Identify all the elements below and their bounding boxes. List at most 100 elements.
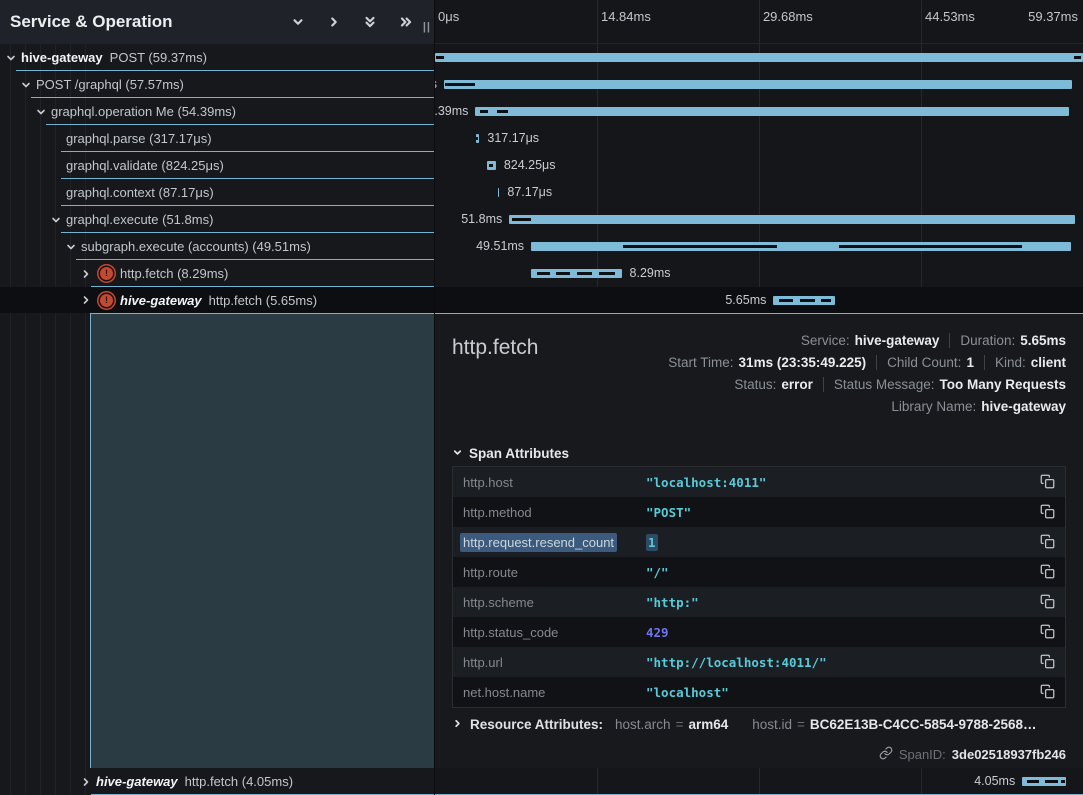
timeline-row: 49.51ms [435,233,1083,260]
span-bar[interactable] [498,188,500,197]
attribute-value: "POST" [646,505,691,520]
copy-icon[interactable] [1040,504,1056,520]
attribute-value: 429 [646,625,669,640]
tree-row[interactable]: graphql.execute (51.8ms) [0,206,435,233]
tree-row[interactable]: graphql.operation Me (54.39ms) [0,98,435,125]
expand-one-chevron-right-icon[interactable] [323,11,345,33]
timeline-row: 824.25μs [435,152,1083,179]
span-attributes-table: http.host"localhost:4011"http.method"POS… [452,466,1066,708]
span-duration-label: 824.25μs [504,152,556,179]
meta-value: Too Many Requests [939,377,1066,392]
copy-icon[interactable] [1040,624,1056,640]
chevron-down-icon[interactable] [50,214,66,226]
meta-value: 31ms (23:35:49.225) [739,355,867,370]
copy-icon[interactable] [1040,654,1056,670]
child-span-dash [445,83,475,86]
error-icon: ! [100,267,113,280]
attribute-row: http.request.resend_count1 [453,527,1065,557]
trace-viewer: 0μs14.84ms29.68ms44.53ms59.37ms 57.57ms5… [0,0,1083,795]
collapse-one-chevron-down-icon[interactable] [287,11,309,33]
tree-row[interactable]: hive-gatewayhttp.fetch (4.05ms) [0,768,435,795]
span-bar[interactable] [435,53,1083,62]
meta-label: Child Count: [887,355,961,370]
tree-header-title: Service & Operation [10,12,173,32]
meta-label: Library Name: [891,399,976,414]
resource-value: BC62E13B-C4CC-5854-9788-2568… [810,717,1037,732]
indent-spacer [50,187,66,199]
span-duration-label: 51.8ms [461,206,502,233]
error-icon: ! [100,294,113,307]
resource-attributes-toggle[interactable]: Resource Attributes: [452,717,603,732]
meta-value: 1 [966,355,974,370]
chevron-right-icon [452,717,463,732]
timeline-row: 317.17μs [435,125,1083,152]
span-bar[interactable] [509,215,1074,224]
child-span-dash [821,299,831,302]
meta-divider [876,355,877,370]
ruler-tick: 0μs [438,9,459,24]
span-id-value: 3de02518937fb246 [952,747,1066,762]
copy-icon[interactable] [1040,534,1056,550]
attribute-row: http.status_code429 [453,617,1065,647]
child-span-dash [577,272,592,275]
child-span-dash [476,137,478,140]
chevron-down-icon[interactable] [35,106,51,118]
child-span-dash [1045,780,1058,783]
span-duration-label: 317.17μs [487,125,539,152]
attribute-value: "/" [646,565,669,580]
timeline-row: 54.39ms [435,98,1083,125]
attribute-key: http.status_code [463,625,646,640]
span-attributes-toggle[interactable]: Span Attributes [452,446,569,461]
expanded-span-region [90,313,435,768]
expand-all-double-chevron-right-icon[interactable] [395,11,417,33]
resource-key: host.arch [615,717,671,732]
timeline-row: 87.17μs [435,179,1083,206]
copy-icon[interactable] [1040,684,1056,700]
chevron-right-icon[interactable] [80,268,96,280]
attribute-row: http.scheme"http:" [453,587,1065,617]
panel-resize-handle[interactable]: || [423,21,431,33]
span-operation-label: graphql.execute (51.8ms) [66,212,213,227]
resource-value: arm64 [688,717,728,732]
span-duration-label: 49.51ms [476,233,524,260]
tree-row[interactable]: !http.fetch (8.29ms) [0,260,435,287]
tree-row[interactable]: subgraph.execute (accounts) (49.51ms) [0,233,435,260]
collapse-all-double-chevron-down-icon[interactable] [359,11,381,33]
span-operation-label: graphql.parse (317.17μs) [66,131,212,146]
tree-row[interactable]: graphql.context (87.17μs) [0,179,435,206]
span-duration-label: 5.65ms [725,287,766,314]
link-icon[interactable] [879,746,893,763]
chevron-right-icon[interactable] [80,776,96,788]
attribute-value: "http:" [646,595,699,610]
tree-row[interactable]: !hive-gatewayhttp.fetch (5.65ms) [0,287,435,313]
chevron-right-icon[interactable] [80,294,96,306]
span-bar[interactable] [475,107,1069,116]
copy-icon[interactable] [1040,564,1056,580]
copy-icon[interactable] [1040,474,1056,490]
resource-attributes-header: Resource Attributes: [470,717,603,732]
attribute-row: http.url"http://localhost:4011/" [453,647,1065,677]
chevron-down-icon[interactable] [5,52,21,64]
chevron-down-icon[interactable] [65,241,81,253]
span-operation-label: subgraph.execute (accounts) (49.51ms) [81,239,311,254]
child-span-dash [1074,56,1082,59]
span-service-name: hive-gateway [96,774,178,789]
meta-value: client [1031,355,1066,370]
tree-row[interactable]: graphql.validate (824.25μs) [0,152,435,179]
tree-row[interactable]: POST /graphql (57.57ms) [0,71,435,98]
copy-icon[interactable] [1040,594,1056,610]
tree-row[interactable]: graphql.parse (317.17μs) [0,125,435,152]
resource-equals: = [676,717,684,732]
resource-attributes-line: Resource Attributes: host.arch = arm64 host… [452,717,1037,732]
span-id-line: SpanID: 3de02518937fb246 [879,746,1066,763]
timeline-row: 5.65ms [435,287,1083,313]
span-duration-label: 87.17μs [507,179,552,206]
meta-label: Status: [734,377,776,392]
attribute-key: http.request.resend_count [463,535,646,550]
attribute-value: "localhost" [646,685,729,700]
resource-key: host.id [752,717,792,732]
meta-value: hive-gateway [855,333,940,348]
span-bar[interactable] [444,80,1072,89]
tree-row[interactable]: hive-gatewayPOST (59.37ms) [0,44,435,71]
chevron-down-icon[interactable] [20,79,36,91]
